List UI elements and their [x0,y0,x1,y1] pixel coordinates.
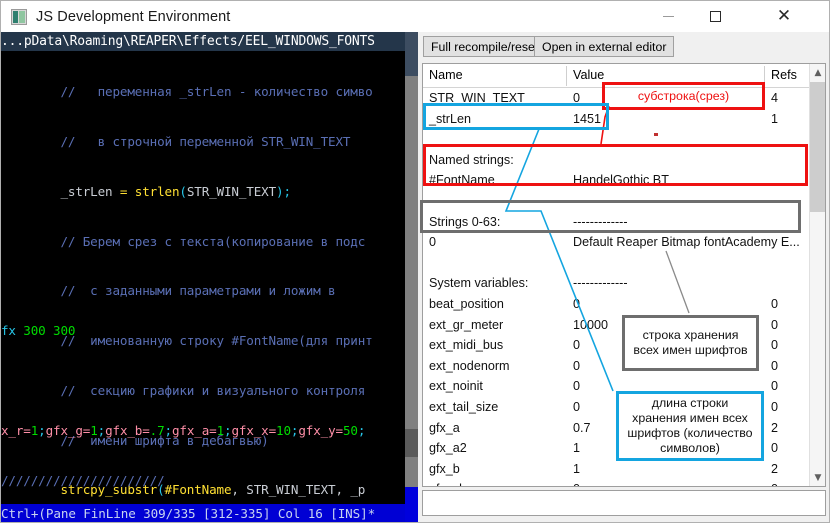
table-cell-name: ext_tail_size [429,400,499,414]
output-field[interactable] [422,490,826,516]
annotation-strlen-highlight [423,103,609,130]
table-row[interactable]: System variables: ------------- [423,273,809,294]
table-cell-refs: 0 [771,400,779,414]
table-cell-name: ext_noinit [429,379,483,394]
table-cell-name: 0 [429,235,437,250]
debug-footer: Refresh now Auto-refresh [418,518,829,522]
table-cell-name: ext_nodenorm [429,358,510,373]
scrollbar-thumb[interactable] [810,82,825,212]
maximize-icon[interactable] [692,1,738,32]
annotation-note-length-label: длина строки хранения имен всех шрифтов … [627,396,753,455]
annotation-note-font-storage-label: строка хранения всех имен шрифтов [633,328,748,357]
annotation-substring-label: субстрока(срез) [637,88,730,103]
variable-list-scrollbar[interactable]: ▲ ▼ [809,64,825,486]
table-cell-refs: 0 [771,358,779,373]
table-cell-refs: 2 [771,461,779,476]
app-window: JS Development Environment ✕ ...pData\Ro… [0,0,830,523]
debug-toolbar: Full recompile/reset Open in external ed… [418,32,829,61]
minimize-icon[interactable] [645,1,691,32]
close-icon[interactable]: ✕ [761,1,807,32]
annotation-substring: субстрока(срез) [602,82,765,110]
editor-status-bar: Ctrl+(Pane FinLine 309/335 [312-335] Col… [1,504,405,522]
chevron-down-icon[interactable]: ▼ [810,469,825,486]
table-row[interactable]: beat_position 0 0 [423,294,809,315]
annotation-note-length: длина строки хранения имен всех шрифтов … [616,391,764,461]
table-cell-refs: 0 [771,379,779,394]
table-row[interactable]: 0 Default Reaper Bitmap fontAcademy E... [423,232,809,253]
table-cell-value: 1 [573,461,581,476]
table-cell-refs: 0 [771,479,803,486]
chevron-up-icon[interactable]: ▲ [810,64,825,81]
table-cell-value: Default Reaper Bitmap fontAcademy E... [573,235,800,250]
column-header-refs[interactable]: Refs [765,64,797,87]
code-block-lower[interactable]: fx 300 300 x_r=1;gfx_g=1;gfx_b=.7;gfx_a=… [1,290,405,522]
table-cell-refs: 4 [771,91,779,105]
table-cell-value: 0 [573,379,581,394]
editor-scrollbar-footer [405,487,418,522]
table-row[interactable]: gfx_clear 0 0 [423,479,809,486]
table-cell-value: 0.7 [573,420,591,435]
annotation-fontname-highlight [423,144,808,186]
app-icon [11,8,27,25]
window-title: JS Development Environment [36,8,231,25]
table-cell-name: ext_gr_meter [429,317,504,332]
table-cell-value: ------------- [573,276,628,291]
annotation-dot [654,133,658,136]
annotation-strings-highlight [420,200,801,233]
table-cell-refs: 0 [771,338,779,353]
code-editor-pane[interactable]: ...pData\Roaming\REAPER\Effects/EEL_WIND… [1,32,418,522]
editor-file-path: ...pData\Roaming\REAPER\Effects/EEL_WIND… [1,32,405,51]
table-cell-refs: 1 [771,111,779,126]
table-cell-name: gfx_a [429,420,460,435]
table-cell-value: 0 [573,358,581,373]
editor-scrollbar-marker [405,429,418,457]
table-cell-value: 1 [573,441,581,456]
table-cell-value: 0 [573,479,580,486]
table-row[interactable]: gfx_b 1 2 [423,459,809,480]
column-header-value[interactable]: Value [567,64,604,87]
title-bar: JS Development Environment ✕ [1,1,829,32]
editor-scrollbar[interactable] [405,32,418,522]
table-cell-refs: 0 [771,317,779,332]
table-cell-value: 10000 [573,317,609,332]
table-cell-name: ext_midi_bus [429,338,504,353]
open-external-editor-button[interactable]: Open in external editor [534,36,675,57]
table-cell-refs: 0 [771,441,779,456]
annotation-note-font-storage: строка хранения всех имен шрифтов [622,315,759,371]
table-cell-value: 0 [573,400,581,414]
table-cell-name: gfx_a2 [429,441,467,456]
full-recompile-button[interactable]: Full recompile/reset [423,36,547,57]
table-row[interactable] [423,253,809,274]
table-cell-name: beat_position [429,297,504,311]
table-cell-name: System variables: [429,276,529,291]
table-cell-name: gfx_b [429,461,460,476]
table-cell-value: 0 [573,338,581,353]
table-cell-refs: 2 [771,420,779,435]
table-cell-value: 0 [573,297,581,311]
table-cell-name: gfx_clear [429,479,480,486]
table-cell-refs: 0 [771,297,779,311]
editor-scrollbar-thumb[interactable] [405,32,418,76]
column-header-name[interactable]: Name [423,64,463,87]
